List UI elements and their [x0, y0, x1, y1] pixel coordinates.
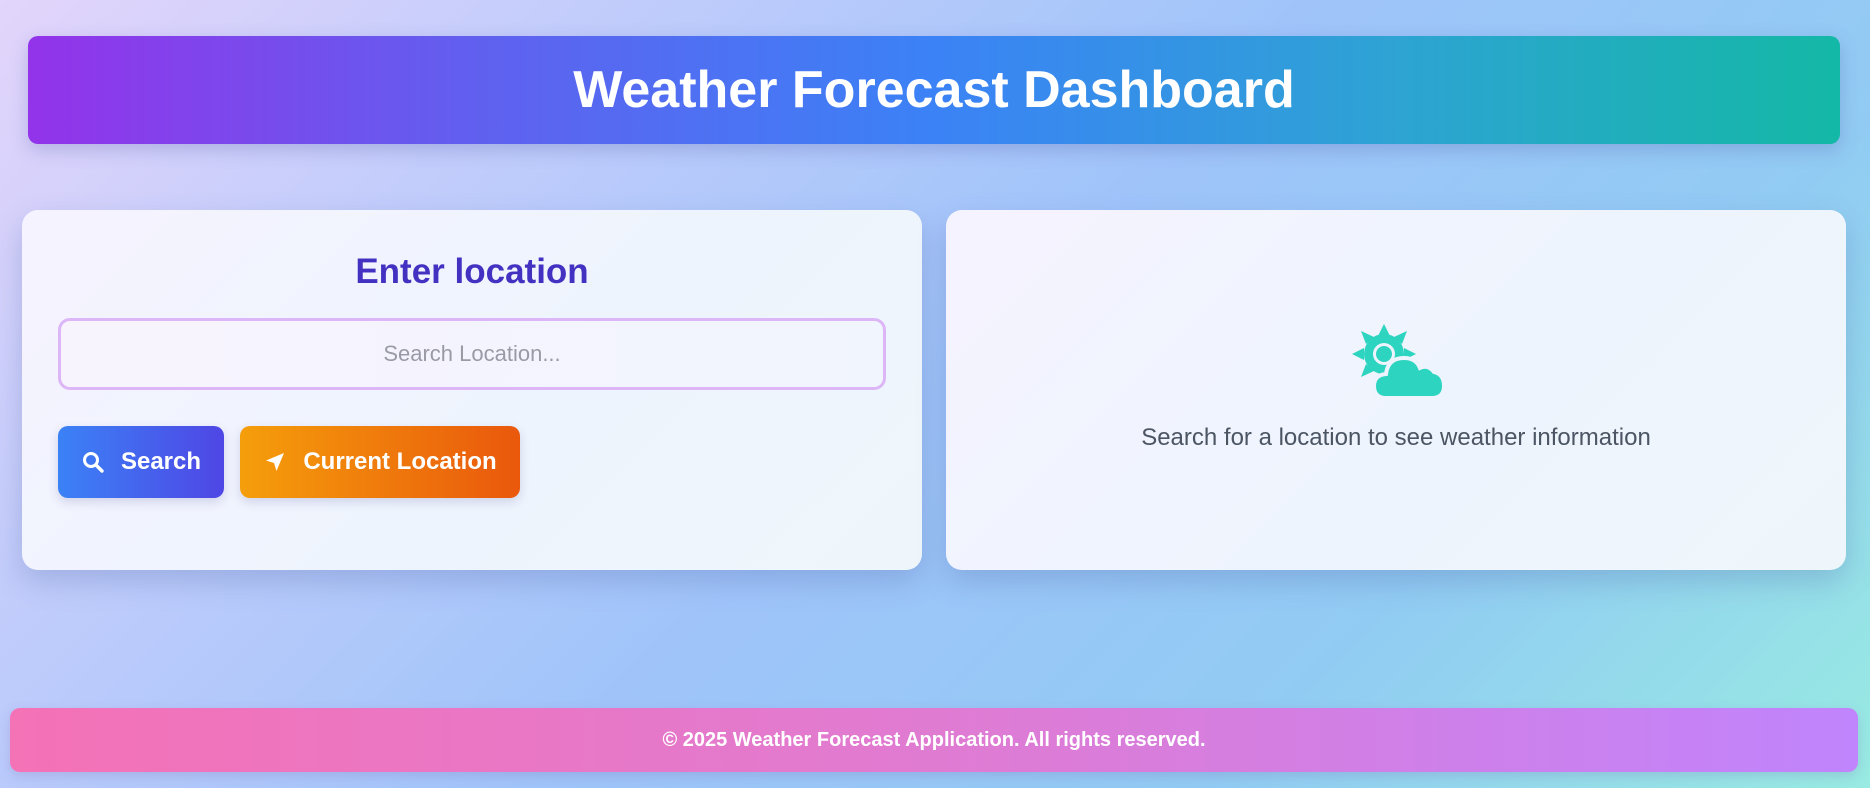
search-icon — [81, 450, 105, 474]
current-location-button-label: Current Location — [303, 448, 497, 475]
search-panel: Enter location Search Current Location — [22, 210, 922, 570]
app-footer: © 2025 Weather Forecast Application. All… — [10, 708, 1858, 772]
weather-placeholder-text: Search for a location to see weather inf… — [1141, 424, 1651, 451]
location-arrow-icon — [263, 450, 287, 474]
footer-copyright: © 2025 Weather Forecast Application. All… — [662, 728, 1206, 751]
search-panel-title: Enter location — [355, 252, 589, 291]
current-location-button[interactable]: Current Location — [240, 426, 520, 498]
page-title: Weather Forecast Dashboard — [573, 61, 1295, 119]
location-search-input[interactable] — [58, 318, 886, 390]
search-button[interactable]: Search — [58, 426, 224, 498]
weather-info-panel: Search for a location to see weather inf… — [946, 210, 1846, 570]
app-header: Weather Forecast Dashboard — [28, 36, 1840, 144]
sun-cloud-icon — [1350, 322, 1447, 402]
search-button-label: Search — [120, 448, 202, 475]
